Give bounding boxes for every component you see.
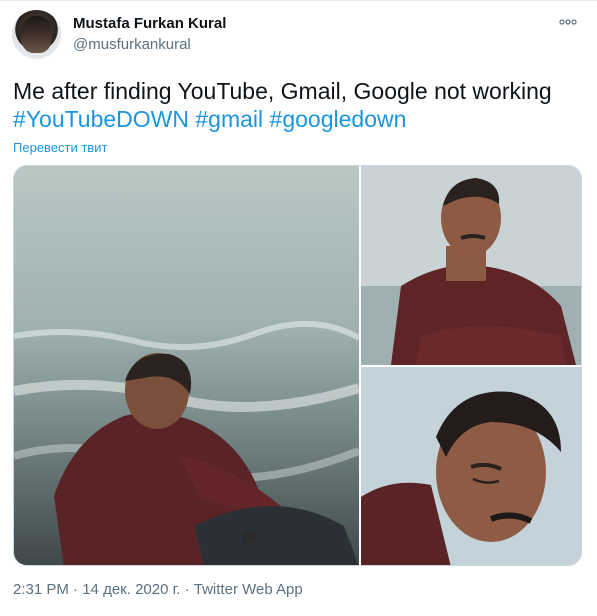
media-photo[interactable] <box>361 166 581 365</box>
tweet-time-link[interactable]: 2:31 PM <box>13 581 69 598</box>
avatar[interactable] <box>12 10 61 59</box>
tweet-hashtags: #YouTubeDOWN #gmail #googledown <box>13 105 585 133</box>
photo-illustration <box>14 166 359 565</box>
meta-separator: · <box>73 581 79 598</box>
photo-illustration <box>361 166 581 365</box>
author-handle[interactable]: @musfurkankural <box>73 36 191 53</box>
tweet-media-grid <box>13 165 582 566</box>
tweet-meta: 2:31 PM · 14 дек. 2020 г. · Twitter Web … <box>13 581 303 598</box>
photo-illustration <box>361 367 581 565</box>
more-options-button[interactable] <box>557 14 579 30</box>
hashtag-link[interactable]: #YouTubeDOWN <box>13 106 189 132</box>
tweet-date-link[interactable]: 14 дек. 2020 г. <box>82 581 180 598</box>
media-photo[interactable] <box>361 367 581 565</box>
meta-separator: · <box>184 581 190 598</box>
hashtag-link[interactable]: #gmail <box>195 106 263 132</box>
tweet-text-line: Me after finding YouTube, Gmail, Google … <box>13 78 552 104</box>
tweet-card: Mustafa Furkan Kural @musfurkankural Me … <box>0 0 597 616</box>
translate-tweet-link[interactable]: Перевести твит <box>13 140 107 155</box>
tweet-source-link[interactable]: Twitter Web App <box>194 581 303 598</box>
hashtag-link[interactable]: #googledown <box>270 106 407 132</box>
media-photo[interactable] <box>14 166 359 565</box>
author-display-name[interactable]: Mustafa Furkan Kural <box>73 15 226 32</box>
tweet-text: Me after finding YouTube, Gmail, Google … <box>13 77 585 133</box>
more-dots-icon <box>559 19 577 25</box>
